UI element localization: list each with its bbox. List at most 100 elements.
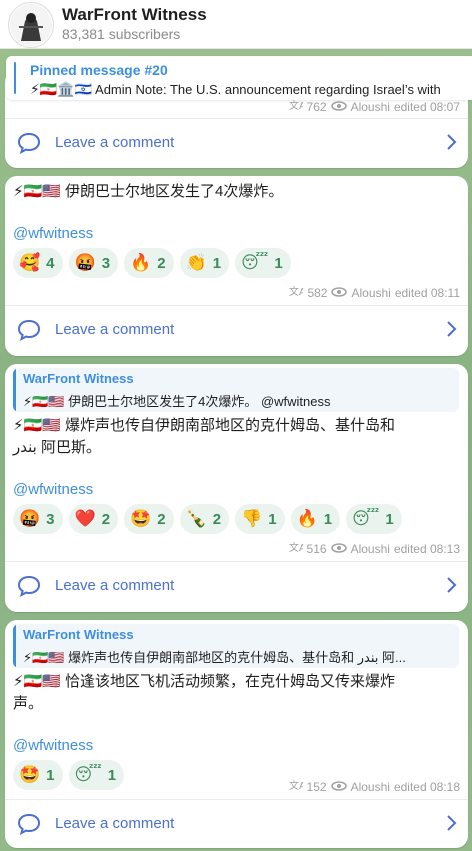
- comment-icon: [17, 132, 41, 154]
- leave-comment-button[interactable]: Leave a comment: [5, 801, 468, 848]
- channel-link[interactable]: @wfwitness: [13, 225, 93, 242]
- reactions-row: 🥰 4 🤬 3 🔥 2 👏 1 😴 1: [13, 248, 291, 278]
- channel-link[interactable]: @wfwitness: [13, 737, 93, 754]
- reaction-emoji: 👎: [241, 509, 263, 528]
- leave-comment-label: Leave a comment: [55, 815, 175, 832]
- reaction-chip[interactable]: 🔥 2: [124, 248, 174, 278]
- leave-comment-label: Leave a comment: [55, 577, 175, 594]
- channel-header[interactable]: WarFront Witness 83,381 subscribers: [0, 0, 472, 49]
- reaction-chip[interactable]: 👏 1: [179, 248, 230, 278]
- translate-icon[interactable]: 文A: [289, 541, 306, 556]
- reaction-count: 2: [157, 510, 166, 528]
- svg-text:文A: 文A: [289, 99, 303, 111]
- reaction-emoji: 🥰: [19, 253, 41, 272]
- reaction-chip[interactable]: 🤬 3: [68, 248, 119, 278]
- reaction-chip[interactable]: 😴 1: [235, 248, 291, 278]
- comment-icon: [17, 575, 41, 597]
- reaction-emoji: 😴: [352, 509, 380, 528]
- reaction-chip[interactable]: 👎 1: [235, 504, 285, 534]
- reaction-emoji: 😴: [241, 253, 269, 272]
- comment-icon: [17, 319, 41, 341]
- reaction-emoji: 🔥: [130, 253, 152, 272]
- chevron-right-icon: [446, 575, 458, 595]
- leave-comment-button[interactable]: Leave a comment: [5, 120, 468, 168]
- translate-icon[interactable]: 文A: [289, 99, 306, 114]
- reaction-chip[interactable]: 🥰 4: [13, 248, 63, 278]
- pinned-body: Admin Note: The U.S. announcement regard…: [95, 82, 441, 97]
- divider: [5, 799, 468, 800]
- message-card: ⚡🇮🇷🇺🇸 伊朗巴士尔地区发生了4次爆炸。 @wfwitness 🥰 4 🤬 3 🔥 2 👏…: [5, 176, 468, 356]
- pinned-prefix: ⚡🇮🇷🏛️🇮🇱: [30, 81, 93, 97]
- reaction-chip[interactable]: 😴 1: [346, 504, 402, 534]
- reaction-chip[interactable]: 🤩 1: [13, 760, 63, 790]
- divider: [5, 561, 468, 562]
- chevron-right-icon: [446, 813, 458, 833]
- message-text: ⚡🇮🇷🇺🇸 爆炸声也传自伊朗南部地区的克什姆岛、基什岛和 بندر 阿巴斯。: [13, 415, 453, 459]
- subscriber-count: 83,381 subscribers: [62, 26, 181, 42]
- comment-icon: [17, 813, 41, 835]
- reaction-count: 3: [46, 510, 55, 528]
- channel-link[interactable]: @wfwitness: [13, 481, 93, 498]
- message-line: ⚡🇮🇷🇺🇸 爆炸声也传自伊朗南部地区的克什姆岛、基什岛和: [13, 417, 396, 434]
- reaction-count: 2: [157, 254, 166, 272]
- message-card: WarFront Witness ⚡🇮🇷🇺🇸 爆炸声也传自伊朗南部地区的克什姆岛…: [5, 620, 468, 848]
- pinned-message[interactable]: Pinned message #20 ⚡🇮🇷🏛️🇮🇱 Admin Note: T…: [6, 56, 472, 100]
- reaction-count: 2: [212, 510, 222, 528]
- leave-comment-button[interactable]: Leave a comment: [5, 307, 468, 355]
- channel-avatar[interactable]: [8, 2, 54, 48]
- chevron-right-icon: [446, 319, 458, 339]
- reaction-count: 1: [385, 510, 394, 528]
- divider: [5, 305, 468, 306]
- reaction-emoji: 🤬: [74, 253, 96, 272]
- quote-author: WarFront Witness: [23, 627, 134, 642]
- edited-time: edited 08:13: [393, 541, 460, 556]
- reaction-chip[interactable]: 🤬 3: [13, 504, 63, 534]
- leave-comment-label: Leave a comment: [55, 134, 175, 151]
- message-line: بندر 阿巴斯。: [13, 439, 101, 456]
- reaction-count: 2: [101, 510, 111, 528]
- quote-bar: [13, 624, 16, 668]
- reaction-chip[interactable]: 🤩 2: [124, 504, 174, 534]
- view-count: 762: [306, 99, 327, 114]
- quote-bar: [13, 368, 16, 412]
- translate-icon[interactable]: 文A: [289, 779, 306, 794]
- chevron-right-icon: [446, 132, 458, 152]
- reaction-chip[interactable]: ❤️ 2: [68, 504, 119, 534]
- reaction-count: 1: [268, 510, 277, 528]
- author: Aloushi: [350, 99, 390, 114]
- reaction-count: 1: [274, 254, 283, 272]
- translate-icon[interactable]: 文A: [289, 285, 306, 300]
- message-card: WarFront Witness ⚡🇮🇷🇺🇸 伊朗巴士尔地区发生了4次爆炸。 @…: [5, 364, 468, 612]
- channel-title: WarFront Witness: [62, 5, 207, 24]
- reaction-count: 1: [323, 510, 333, 528]
- message-text: ⚡🇮🇷🇺🇸 恰逢该地区飞机活动频繁，在克什姆岛又传来爆炸 声。: [13, 671, 453, 715]
- reaction-chip[interactable]: 🍾 2: [179, 504, 230, 534]
- pinned-text: ⚡🇮🇷🏛️🇮🇱 Admin Note: The U.S. announcemen…: [30, 81, 441, 98]
- reaction-count: 3: [101, 254, 111, 272]
- reaction-emoji: 🤬: [19, 509, 41, 528]
- reaction-count: 4: [46, 254, 55, 272]
- quote-author: WarFront Witness: [23, 371, 134, 386]
- reaction-chip[interactable]: 😴 1: [68, 760, 125, 790]
- leave-comment-label: Leave a comment: [55, 321, 175, 338]
- quote-text: ⚡🇮🇷🇺🇸 伊朗巴士尔地区发生了4次爆炸。 @wfwitness: [23, 394, 331, 409]
- reactions-row: 🤩 1 😴 1: [13, 760, 125, 790]
- message-line: 声。: [13, 695, 44, 712]
- eye-icon: [330, 542, 347, 556]
- eye-icon: [330, 100, 347, 114]
- view-count: 152: [306, 779, 327, 794]
- edited-time: edited 08:07: [393, 99, 460, 114]
- edited-time: edited 08:11: [394, 285, 460, 300]
- reaction-count: 1: [46, 766, 55, 784]
- reply-quote[interactable]: WarFront Witness ⚡🇮🇷🇺🇸 爆炸声也传自伊朗南部地区的克什姆岛…: [13, 624, 459, 668]
- eye-icon: [331, 286, 348, 300]
- pinned-bar: [14, 62, 16, 94]
- reply-quote[interactable]: WarFront Witness ⚡🇮🇷🇺🇸 伊朗巴士尔地区发生了4次爆炸。 @…: [13, 368, 459, 412]
- quote-text: ⚡🇮🇷🇺🇸 爆炸声也传自伊朗南部地区的克什姆岛、基什岛和 بندر 阿...: [23, 650, 406, 665]
- leave-comment-button[interactable]: Leave a comment: [5, 563, 468, 611]
- divider: [5, 118, 468, 119]
- reaction-chip[interactable]: 🔥 1: [290, 504, 341, 534]
- svg-text:文A: 文A: [289, 779, 303, 791]
- reaction-emoji: 🔥: [296, 509, 318, 528]
- message-line: ⚡🇮🇷🇺🇸 恰逢该地区飞机活动频繁，在克什姆岛又传来爆炸: [13, 673, 396, 690]
